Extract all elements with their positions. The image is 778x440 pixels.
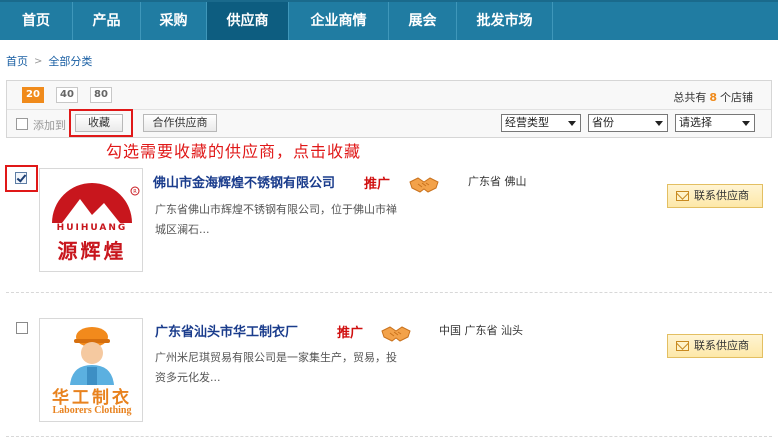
province-select[interactable]: 省份 [588,114,668,132]
chevron-down-icon [568,121,576,126]
select-all-checkbox[interactable] [16,118,28,130]
city-select[interactable]: 请选择 [675,114,755,132]
nav-exhibitions[interactable]: 展会 [389,2,457,40]
breadcrumb: 首页 > 全部分类 [6,53,92,69]
nav-purchase[interactable]: 采购 [141,2,207,40]
promo-badge: 推广 [364,177,391,192]
page-size-40[interactable]: 40 [56,87,78,103]
desc-line: 广东省佛山市辉煌不锈钢有限公司，位于佛山市禅 [155,203,397,216]
breadcrumb-current[interactable]: 全部分类 [48,53,92,69]
supplier-location: 广东省 佛山 [468,175,527,188]
logo-brand-en: Laborers Clothing [52,405,132,416]
contact-label: 联系供应商 [694,189,749,202]
envelope-icon [676,341,689,351]
logo-brand-en: HUIHUANG [56,223,128,233]
desc-line: 资多元化发... [155,371,221,384]
contact-label: 联系供应商 [694,339,749,352]
supplier-location: 中国 广东省 汕头 [439,324,523,337]
highlight-favorite-box [69,109,133,137]
page-size-20[interactable]: 20 [22,87,44,103]
instruction-annotation: 勾选需要收藏的供应商，点击收藏 [106,142,362,161]
desc-line: 城区澜石... [155,223,210,236]
partner-supplier-button[interactable]: 合作供应商 [143,114,217,132]
contact-supplier-button[interactable]: 联系供应商 [667,184,763,208]
supplier-logo[interactable]: 华工制衣 Laborers Clothing [39,318,143,422]
chevron-down-icon [655,121,663,126]
supplier-name-link[interactable]: 佛山市金海辉煌不锈钢有限公司 [153,172,335,191]
nav-suppliers[interactable]: 供应商 [207,2,289,40]
total-number: 8 [709,91,717,104]
supplier-checkbox[interactable] [15,172,27,184]
nav-wholesale-market[interactable]: 批发市场 [457,2,553,40]
desc-line: 广州米尼琪贸易有限公司是一家集生产，贸易，投 [155,351,397,364]
svg-text:R: R [133,189,137,195]
row-divider [6,436,772,437]
supplier-name-link[interactable]: 广东省汕头市华工制衣厂 [155,321,298,340]
logo-brand-cn: 源辉煌 [57,239,127,263]
contact-supplier-button[interactable]: 联系供应商 [667,334,763,358]
add-to-label: 添加到 [33,119,66,132]
handshake-icon [381,326,411,342]
city-value: 请选择 [679,116,712,129]
supplier-description: 广州米尼琪贸易有限公司是一家集生产，贸易，投 资多元化发... [155,348,435,388]
province-value: 省份 [592,116,614,129]
nav-business-news[interactable]: 企业商情 [289,2,389,40]
chevron-right-icon: > [34,55,43,67]
breadcrumb-home[interactable]: 首页 [6,53,28,69]
nav-products[interactable]: 产品 [73,2,141,40]
handshake-icon [409,177,439,193]
business-type-value: 经营类型 [505,116,549,129]
envelope-icon [676,191,689,201]
supplier-description: 广东省佛山市辉煌不锈钢有限公司，位于佛山市禅 城区澜石... [155,200,435,240]
main-nav: 首页 产品 采购 供应商 企业商情 展会 批发市场 [0,0,778,40]
supplier-logo[interactable]: R HUIHUANG 源辉煌 [39,168,143,272]
row-divider [6,292,772,293]
business-type-select[interactable]: 经营类型 [501,114,581,132]
chevron-down-icon [742,121,750,126]
total-prefix: 总共有 [673,91,707,104]
total-count: 总共有 8 个店铺 [673,89,753,105]
promo-badge: 推广 [337,326,364,341]
nav-home[interactable]: 首页 [0,2,73,40]
toolbar-row-paging: 20 40 80 总共有 8 个店铺 [7,81,771,110]
total-suffix: 个店铺 [720,91,753,104]
supplier-checkbox[interactable] [16,322,28,334]
page-size-80[interactable]: 80 [90,87,112,103]
